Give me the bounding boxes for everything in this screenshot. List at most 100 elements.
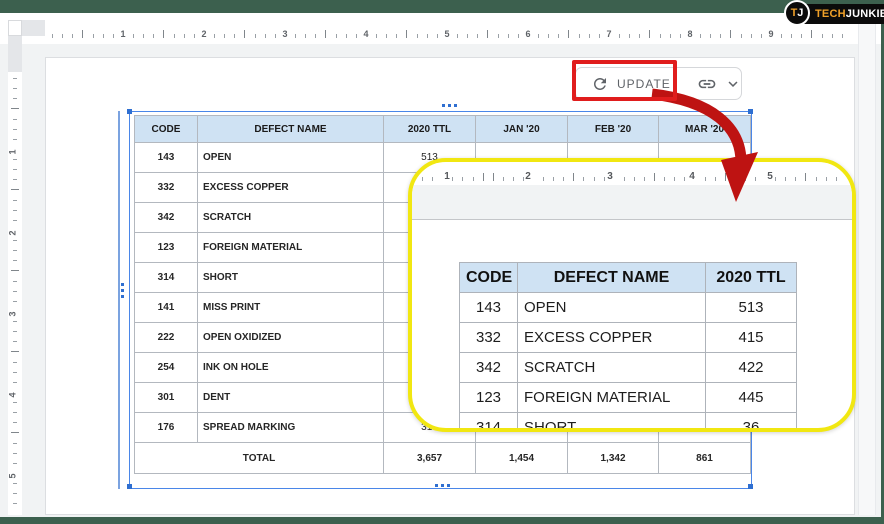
header-cell: DEFECT NAME xyxy=(518,263,706,293)
ruler-margin-area xyxy=(22,20,45,36)
ruler-tick xyxy=(13,372,17,373)
horizontal-ruler[interactable]: 123456789 xyxy=(45,20,855,42)
ruler-tick xyxy=(513,177,514,181)
ruler-tick xyxy=(62,34,63,38)
ruler-tick xyxy=(376,34,377,38)
logo-text-tech: TECH xyxy=(815,9,846,20)
ruler-tick xyxy=(72,34,73,38)
table-cell: SCRATCH xyxy=(518,353,706,383)
table-cell: 143 xyxy=(460,293,518,323)
ruler-tick xyxy=(13,443,17,444)
update-highlight-box xyxy=(572,60,677,101)
selection-corner-dot[interactable] xyxy=(748,484,753,489)
ruler-tick xyxy=(13,493,17,494)
table-cell: SHORT xyxy=(518,413,706,433)
ruler-tick xyxy=(473,177,474,181)
table-drag-handle-top[interactable] xyxy=(442,104,457,108)
chevron-down-icon[interactable] xyxy=(724,75,742,93)
ruler-tick xyxy=(558,34,559,38)
ruler-tick xyxy=(599,34,600,38)
ruler-tick xyxy=(629,34,630,38)
ruler-tick xyxy=(437,34,438,38)
table-drag-handle-left[interactable] xyxy=(121,283,125,299)
ruler-tick xyxy=(604,177,605,181)
ruler-tick xyxy=(13,98,17,99)
ruler-tick xyxy=(518,34,519,38)
ruler-tick xyxy=(720,34,721,38)
ruler-tick xyxy=(755,177,756,181)
header-cell: CODE xyxy=(460,263,518,293)
ruler-tick xyxy=(52,34,53,38)
ruler-tick xyxy=(13,200,17,201)
table-cell: 332 xyxy=(460,323,518,353)
ruler-tick xyxy=(265,34,266,38)
ruler-tick xyxy=(785,177,786,181)
ruler-tick xyxy=(184,34,185,38)
ruler-number: 4 xyxy=(363,29,368,39)
ruler-tick xyxy=(13,341,17,342)
ruler-tick xyxy=(13,281,17,282)
ruler-tick xyxy=(13,331,17,332)
ruler-tick xyxy=(13,119,17,120)
ruler-tick xyxy=(356,34,357,38)
selection-corner-dot[interactable] xyxy=(127,484,132,489)
scrollbar-track[interactable] xyxy=(858,20,876,515)
ruler-tick xyxy=(13,159,17,160)
ruler-tick xyxy=(654,173,655,181)
ruler-tick xyxy=(781,34,782,38)
ruler-tick xyxy=(745,177,746,181)
ruler-tick xyxy=(93,34,94,38)
selection-corner-dot[interactable] xyxy=(127,109,132,114)
table-cell: 422 xyxy=(706,353,797,383)
logo-text-junkie: JUNKIE xyxy=(846,9,884,20)
ruler-tick xyxy=(477,34,478,38)
callout-table-row: 332EXCESS COPPER415 xyxy=(460,323,797,353)
ruler-tick xyxy=(336,34,337,38)
callout-header-row: CODEDEFECT NAME2020 TTL xyxy=(460,263,797,293)
ruler-tick xyxy=(579,34,580,38)
ruler-tick xyxy=(538,34,539,38)
ruler-tick xyxy=(684,177,685,181)
ruler-tick xyxy=(255,34,256,38)
callout-table: CODEDEFECT NAME2020 TTL 143OPEN513332EXC… xyxy=(459,262,797,432)
ruler-tick xyxy=(244,30,245,38)
ruler-tick xyxy=(457,34,458,38)
ruler-tick xyxy=(624,177,625,181)
ruler-tick xyxy=(811,30,812,38)
ruler-tick xyxy=(832,34,833,38)
ruler-tick xyxy=(816,177,817,181)
ruler-number: 6 xyxy=(525,29,530,39)
ruler-tick xyxy=(795,177,796,181)
callout-table-row: 342SCRATCH422 xyxy=(460,353,797,383)
callout-table-row: 314SHORT36 xyxy=(460,413,797,433)
ruler-number: 2 xyxy=(201,29,206,39)
ruler-tick xyxy=(452,177,453,181)
ruler-tick xyxy=(664,177,665,181)
selection-corner-dot[interactable] xyxy=(748,109,753,114)
app-screenshot: 123456789 12345 TECHJUNKIE TJ CODEDEFECT… xyxy=(0,0,884,524)
ruler-tick xyxy=(548,34,549,38)
ruler-tick xyxy=(13,453,17,454)
ruler-tick xyxy=(113,34,114,38)
techjunkie-logo-mark: TJ xyxy=(784,0,810,26)
ruler-tick xyxy=(82,30,83,38)
ruler-number: 2 xyxy=(8,230,18,235)
ruler-tick xyxy=(13,210,17,211)
ruler-tick xyxy=(13,169,17,170)
table-cell: 513 xyxy=(706,293,797,323)
vertical-ruler[interactable]: 12345 xyxy=(8,36,22,515)
ruler-tick xyxy=(761,34,762,38)
ruler-tick xyxy=(498,34,499,38)
ruler-tick xyxy=(467,34,468,38)
ruler-tick xyxy=(13,301,17,302)
ruler-corner-box xyxy=(8,20,22,36)
ruler-number: 1 xyxy=(8,149,18,154)
table-cell: 342 xyxy=(460,353,518,383)
ruler-tick xyxy=(13,129,17,130)
ruler-tick xyxy=(305,34,306,38)
ruler-tick xyxy=(735,173,736,181)
table-cell: 314 xyxy=(460,413,518,433)
ruler-tick xyxy=(11,270,19,271)
table-drag-handle-bottom[interactable] xyxy=(435,484,450,488)
link-icon[interactable] xyxy=(697,74,717,94)
